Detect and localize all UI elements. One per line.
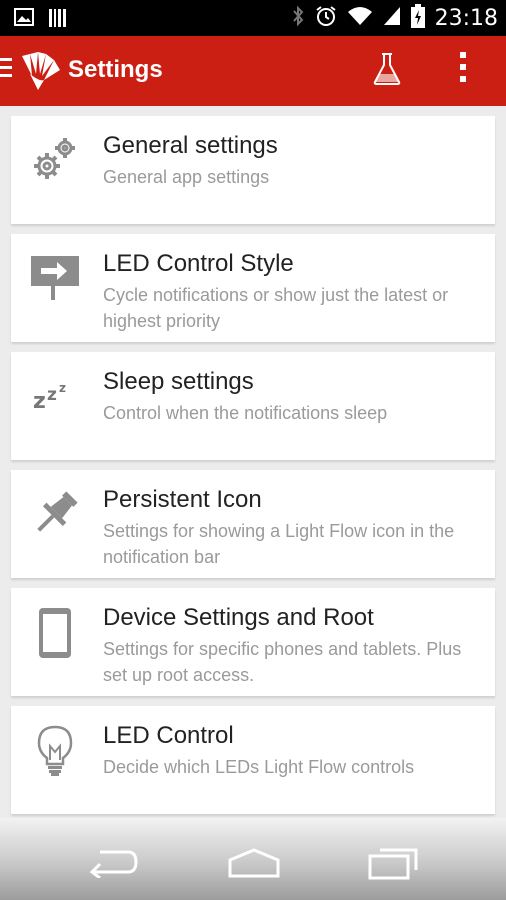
- flask-icon[interactable]: [372, 52, 402, 91]
- item-subtitle: Cycle notifications or show just the lat…: [103, 285, 449, 331]
- image-icon: [14, 8, 34, 33]
- action-bar: Settings: [0, 36, 506, 106]
- hamburger-icon[interactable]: [0, 58, 12, 82]
- settings-item-persistent-icon[interactable]: Persistent Icon Settings for showing a L…: [11, 470, 495, 578]
- settings-item-sleep[interactable]: z z z Sleep settings Control when the no…: [11, 352, 495, 460]
- item-subtitle: Settings for specific phones and tablets…: [103, 639, 462, 685]
- wifi-icon: [347, 6, 373, 31]
- bluetooth-icon: [291, 5, 305, 32]
- sleep-zzz-icon: z z z: [29, 370, 81, 422]
- item-title: Sleep settings: [103, 368, 254, 395]
- signal-icon: [383, 6, 401, 31]
- settings-item-led-control[interactable]: LED Control Decide which LEDs Light Flow…: [11, 706, 495, 814]
- alarm-icon: [315, 5, 337, 32]
- settings-item-led-control-style[interactable]: LED Control Style Cycle notifications or…: [11, 234, 495, 342]
- status-bar: 23:18: [0, 0, 506, 36]
- page-title: Settings: [68, 56, 163, 83]
- svg-text:z: z: [47, 385, 57, 405]
- item-subtitle: Control when the notifications sleep: [103, 403, 388, 423]
- settings-list: General settings General app settings LE…: [11, 116, 495, 824]
- item-subtitle: General app settings: [103, 167, 270, 187]
- gear-icon: [29, 134, 81, 186]
- battery-charging-icon: [410, 4, 425, 33]
- settings-item-general[interactable]: General settings General app settings: [11, 116, 495, 224]
- item-title: Device Settings and Root: [103, 604, 374, 631]
- item-title: LED Control Style: [103, 250, 294, 277]
- recents-icon[interactable]: [368, 846, 420, 885]
- clock-time: 23:18: [434, 6, 498, 31]
- item-title: Persistent Icon: [103, 486, 262, 513]
- lightbulb-icon: [29, 724, 81, 776]
- settings-item-device-root[interactable]: Device Settings and Root Settings for sp…: [11, 588, 495, 696]
- lightflow-logo-icon[interactable]: [20, 48, 62, 97]
- item-subtitle: Decide which LEDs Light Flow controls: [103, 757, 415, 777]
- home-icon[interactable]: [226, 846, 282, 883]
- phone-icon: [29, 606, 81, 658]
- overflow-menu-icon[interactable]: [458, 52, 468, 88]
- item-title: General settings: [103, 132, 278, 159]
- navigation-bar: [0, 818, 506, 900]
- barcode-icon: [48, 8, 68, 33]
- svg-text:z: z: [59, 381, 66, 395]
- item-title: LED Control: [103, 722, 234, 749]
- item-subtitle: Settings for showing a Light Flow icon i…: [103, 521, 455, 567]
- back-icon[interactable]: [88, 846, 138, 883]
- pushpin-icon: [29, 488, 81, 540]
- svg-text:z: z: [33, 389, 46, 414]
- sign-arrow-icon: [29, 252, 81, 304]
